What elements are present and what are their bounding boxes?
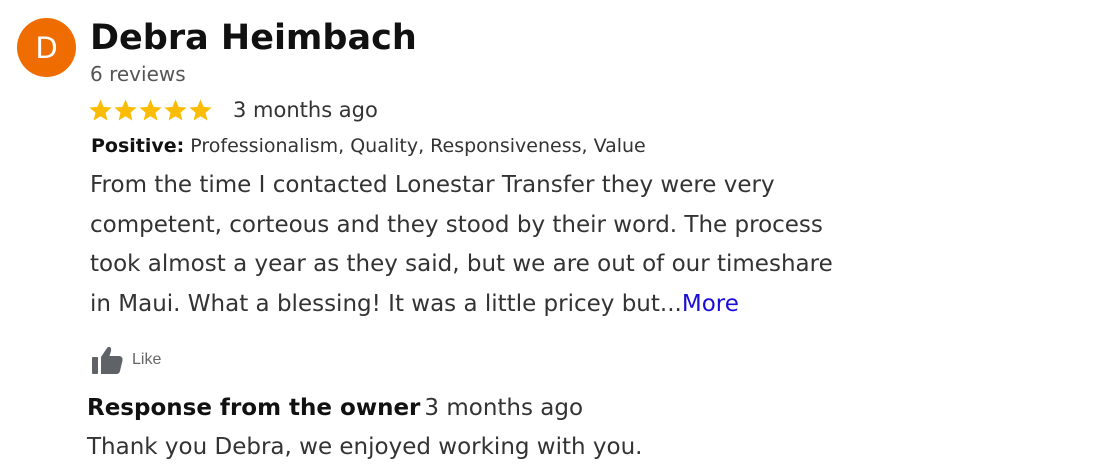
review-time: 3 months ago xyxy=(233,98,378,122)
review-text-line: in Maui. What a blessing! It was a littl… xyxy=(90,290,682,317)
review-text-line: competent, corteous and they stood by th… xyxy=(90,211,823,238)
review-text-line-last: in Maui. What a blessing! It was a littl… xyxy=(90,285,1090,325)
review-count[interactable]: 6 reviews xyxy=(90,61,186,87)
thumbs-up-icon xyxy=(92,346,123,374)
owner-response-title: Response from the owner xyxy=(87,395,421,421)
more-link[interactable]: More xyxy=(682,291,739,317)
star-icon xyxy=(139,99,162,120)
owner-response-time: 3 months ago xyxy=(424,395,584,421)
owner-response-text: Thank you Debra, we enjoyed working with… xyxy=(87,434,643,460)
star-rating xyxy=(88,98,213,123)
owner-response-header: Response from the owner 3 months ago xyxy=(87,391,583,425)
positive-values: Professionalism, Quality, Responsiveness… xyxy=(190,135,646,157)
star-icon xyxy=(164,99,187,120)
star-icon xyxy=(114,99,137,120)
review-text-line: took almost a year as they said, but we … xyxy=(90,251,833,277)
review-text-line: From the time I contacted Lonestar Trans… xyxy=(90,172,775,198)
star-icon xyxy=(189,99,212,120)
positive-attributes: Positive: Professionalism, Quality, Respo… xyxy=(91,133,646,159)
review-text: From the time I contacted Lonestar Trans… xyxy=(90,166,1090,324)
star-icon xyxy=(89,99,112,120)
avatar-letter: D xyxy=(35,30,58,65)
like-button[interactable]: Like xyxy=(91,345,161,375)
like-label: Like xyxy=(132,351,162,368)
avatar[interactable]: D xyxy=(17,18,76,77)
reviewer-name[interactable]: Debra Heimbach xyxy=(90,15,417,61)
positive-label: Positive: xyxy=(91,135,185,157)
rating-row: 3 months ago xyxy=(88,95,378,125)
